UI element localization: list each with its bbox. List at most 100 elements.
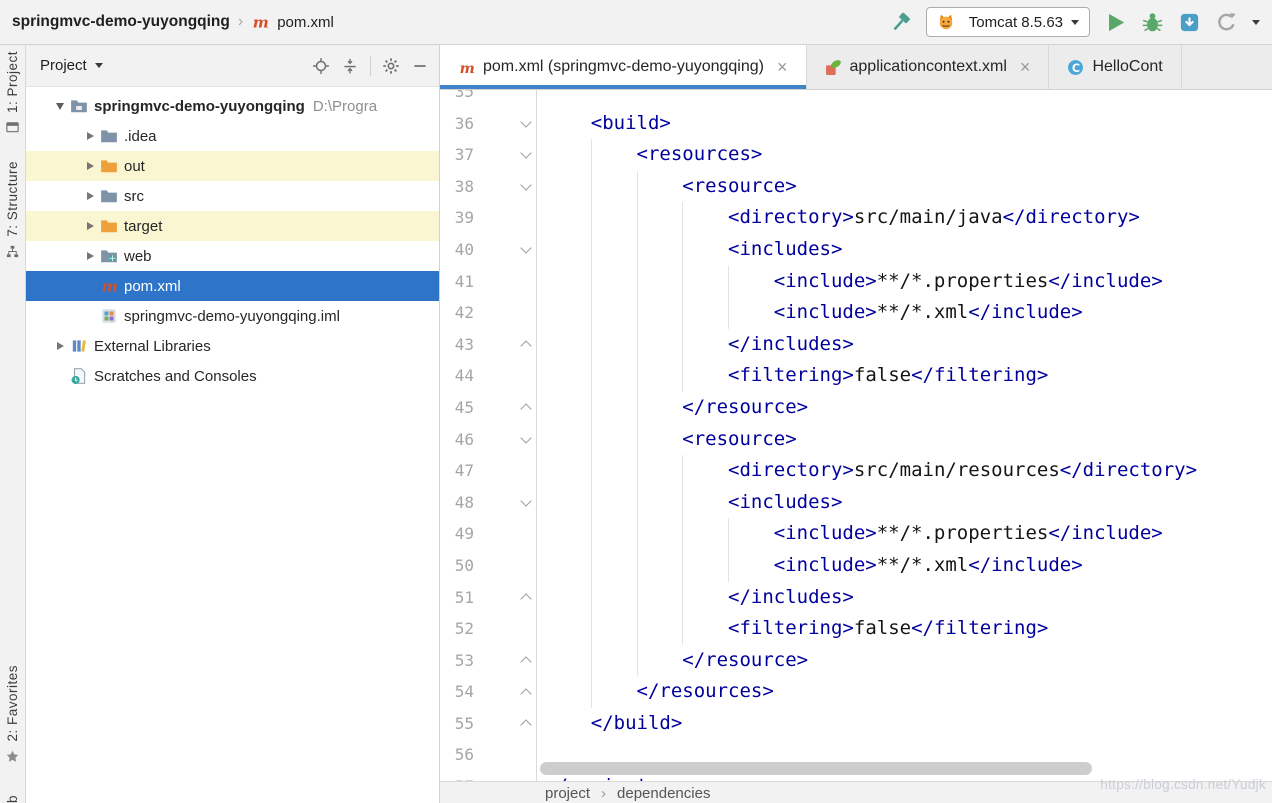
fold-end-icon[interactable]: [474, 708, 537, 740]
fold-end-icon[interactable]: [474, 645, 537, 677]
indent-guide: [591, 392, 592, 424]
line-number: 53: [440, 645, 474, 677]
spring-config-icon: [825, 59, 842, 76]
code-text[interactable]: <directory>src/main/resources</directory…: [537, 455, 1272, 487]
code-text[interactable]: <include>**/*.xml</include>: [537, 550, 1272, 582]
code-text[interactable]: <include>**/*.properties</include>: [537, 266, 1272, 298]
editor-tab[interactable]: CHelloCont: [1049, 45, 1181, 89]
chevron-down-icon: [1071, 20, 1079, 25]
code-text[interactable]: <filtering>false</filtering>: [537, 360, 1272, 392]
breadcrumb-project[interactable]: springmvc-demo-yuyongqing: [12, 13, 230, 31]
collapse-all-button[interactable]: [341, 57, 359, 75]
settings-button[interactable]: [382, 57, 400, 75]
indent-guide: [728, 297, 729, 329]
web-folder-icon: [100, 247, 118, 265]
chevron-down-icon[interactable]: [1252, 20, 1260, 25]
code-line: 38 <resource>: [440, 171, 1272, 203]
fold-start-icon[interactable]: [474, 108, 537, 140]
stripe-button-structure[interactable]: 7: Structure: [5, 161, 20, 259]
code-text[interactable]: <directory>src/main/java</directory>: [537, 202, 1272, 234]
fold-end-icon[interactable]: [474, 676, 537, 708]
code-text[interactable]: <build>: [537, 108, 1272, 140]
tree-item[interactable]: .idea: [26, 121, 439, 151]
horizontal-scrollbar[interactable]: [540, 762, 1092, 775]
code-text[interactable]: </build>: [537, 708, 1272, 740]
code-text[interactable]: </resource>: [537, 392, 1272, 424]
fold-end-icon[interactable]: [474, 582, 537, 614]
csdn-watermark: https://blog.csdn.net/Yudjk: [1100, 777, 1266, 792]
code-text[interactable]: [537, 90, 1272, 108]
project-panel-header: Project: [26, 45, 439, 87]
code-text[interactable]: <include>**/*.properties</include>: [537, 518, 1272, 550]
build-hammer-icon[interactable]: [889, 11, 912, 34]
run-config-select[interactable]: Tomcat 8.5.63: [926, 7, 1090, 37]
fold-start-icon[interactable]: [474, 234, 537, 266]
code-text[interactable]: <includes>: [537, 487, 1272, 519]
main-toolbar: springmvc-demo-yuyongqing › m pom.xml To…: [0, 0, 1272, 45]
code-text[interactable]: </resource>: [537, 645, 1272, 677]
code-text[interactable]: <filtering>false</filtering>: [537, 613, 1272, 645]
code-text[interactable]: <resources>: [537, 139, 1272, 171]
code-text[interactable]: </resources>: [537, 676, 1272, 708]
fold-end-icon[interactable]: [474, 392, 537, 424]
toolbar-separator: [370, 56, 371, 76]
code-text[interactable]: <resource>: [537, 171, 1272, 203]
code-text[interactable]: <resource>: [537, 424, 1272, 456]
indent-guide: [637, 202, 638, 234]
editor-tab[interactable]: mpom.xml (springmvc-demo-yuyongqing)×: [440, 45, 807, 89]
fold-start-icon[interactable]: [474, 171, 537, 203]
chevron-right-icon[interactable]: [50, 338, 70, 354]
project-view-selector[interactable]: Project: [40, 57, 103, 74]
code-line: 39 <directory>src/main/java</directory>: [440, 202, 1272, 234]
fold-gutter: [474, 518, 537, 550]
tree-item[interactable]: out: [26, 151, 439, 181]
tree-item[interactable]: springmvc-demo-yuyongqingD:\Progra: [26, 91, 439, 121]
close-icon[interactable]: ×: [1020, 58, 1031, 76]
code-editor[interactable]: 3536 <build>37 <resources>38 <resource>3…: [440, 90, 1272, 803]
fold-start-icon[interactable]: [474, 424, 537, 456]
stripe-partial-button[interactable]: b: [5, 790, 20, 803]
chevron-right-icon[interactable]: [80, 188, 100, 204]
run-button[interactable]: [1104, 11, 1127, 34]
iml-file-icon: [100, 307, 118, 325]
breadcrumb-file[interactable]: pom.xml: [277, 14, 334, 31]
run-config-label: Tomcat 8.5.63: [969, 14, 1063, 31]
close-icon[interactable]: ×: [777, 58, 788, 76]
tree-item[interactable]: web: [26, 241, 439, 271]
stripe-button-project[interactable]: 1: Project: [5, 51, 20, 135]
locate-button[interactable]: [312, 57, 330, 75]
tree-item[interactable]: src: [26, 181, 439, 211]
tree-item[interactable]: Scratches and Consoles: [26, 361, 439, 391]
coverage-button[interactable]: [1178, 11, 1201, 34]
structure-tool-icon: [5, 244, 20, 259]
tree-item[interactable]: target: [26, 211, 439, 241]
code-text[interactable]: </includes>: [537, 329, 1272, 361]
tree-item[interactable]: springmvc-demo-yuyongqing.iml: [26, 301, 439, 331]
chevron-right-icon[interactable]: [80, 218, 100, 234]
chevron-down-icon[interactable]: [50, 98, 70, 114]
rerun-button[interactable]: [1215, 11, 1238, 34]
code-text[interactable]: </includes>: [537, 582, 1272, 614]
fold-end-icon[interactable]: [474, 329, 537, 361]
breadcrumb-item[interactable]: project: [545, 785, 590, 802]
code-line: 55 </build>: [440, 708, 1272, 740]
svg-text:C: C: [1072, 61, 1080, 74]
tree-item[interactable]: External Libraries: [26, 331, 439, 361]
chevron-right-icon[interactable]: [80, 158, 100, 174]
project-tool-icon: [5, 120, 20, 135]
fold-start-icon[interactable]: [474, 139, 537, 171]
code-text[interactable]: <include>**/*.xml</include>: [537, 297, 1272, 329]
tree-item[interactable]: mpom.xml: [26, 271, 439, 301]
breadcrumb-item[interactable]: dependencies: [617, 785, 710, 802]
tree-item-label: out: [124, 158, 145, 175]
debug-button[interactable]: [1141, 11, 1164, 34]
code-text[interactable]: <includes>: [537, 234, 1272, 266]
hide-button[interactable]: [411, 57, 429, 75]
chevron-right-icon[interactable]: [80, 128, 100, 144]
indent-guide: [637, 645, 638, 677]
tree-item-label: .idea: [124, 128, 157, 145]
chevron-right-icon[interactable]: [80, 248, 100, 264]
fold-start-icon[interactable]: [474, 487, 537, 519]
stripe-button-favorites[interactable]: 2: Favorites: [5, 665, 20, 764]
editor-tab[interactable]: applicationcontext.xml×: [807, 45, 1050, 89]
